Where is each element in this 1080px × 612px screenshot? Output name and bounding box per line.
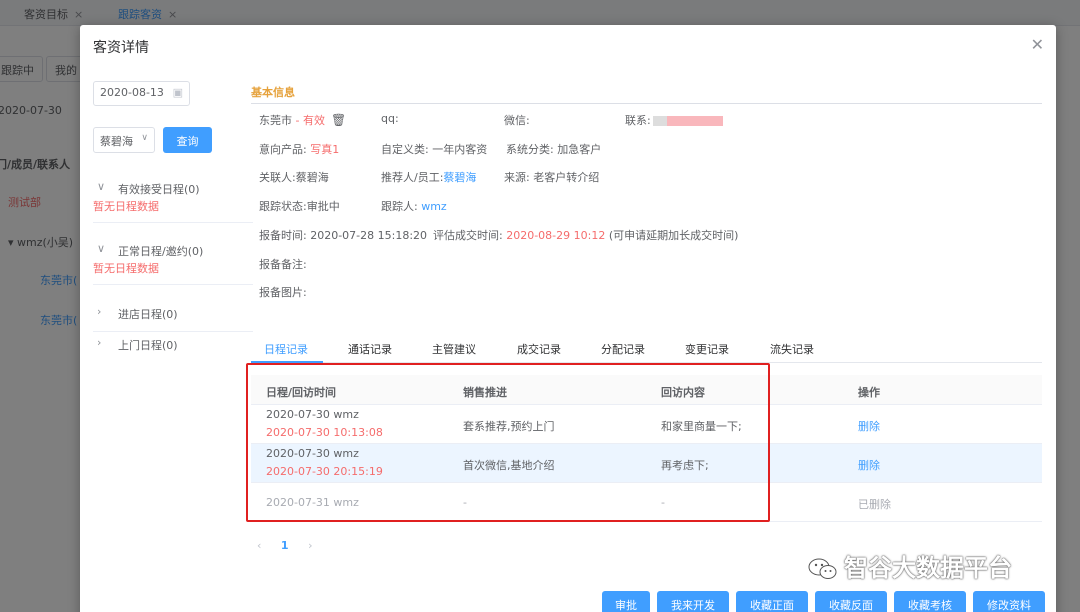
schedule-toggle[interactable]: › 进店日程(0) <box>93 303 253 323</box>
city: 东莞市 <box>259 114 292 127</box>
section-title: 基本信息 <box>251 86 295 99</box>
chevron-down-icon: ∨ <box>97 242 106 255</box>
date-value: 2020-08-13 <box>100 86 164 99</box>
select-value: 蔡碧海 <box>100 135 133 148</box>
chevron-down-icon: ∨ <box>97 180 106 193</box>
schedule-label: 有效接受日程(0) <box>118 183 200 196</box>
tab-changes[interactable]: 变更记录 <box>685 341 729 357</box>
collect-back-button[interactable]: 收藏反面 <box>815 591 887 612</box>
eval-value: 2020-08-29 10:12 <box>506 229 606 242</box>
edit-info-button[interactable]: 修改资料 <box>973 591 1045 612</box>
wechat-icon <box>808 558 837 579</box>
approve-button[interactable]: 审批 <box>602 591 650 612</box>
trash-icon[interactable]: 🗑 <box>331 113 346 127</box>
schedule-label: 上门日程(0) <box>118 339 178 352</box>
tab-calls[interactable]: 通话记录 <box>348 341 392 357</box>
deleted-label: 已删除 <box>858 498 891 511</box>
related-person: 关联人:蔡碧海 <box>259 171 329 184</box>
intent-value: 写真1 <box>310 143 340 156</box>
dialog-title: 客资详情 <box>93 40 149 56</box>
referrer-link[interactable]: 蔡碧海 <box>443 171 476 184</box>
tracker-link[interactable]: wmz <box>421 200 447 213</box>
intent-label: 意向产品: <box>259 143 311 156</box>
eval-label: 评估成交时间: <box>433 229 507 242</box>
contact-field: 联系: <box>625 112 723 128</box>
record-tabs: 日程记录 通话记录 主管建议 成交记录 分配记录 变更记录 流失记录 <box>251 335 1042 363</box>
schedule-toggle[interactable]: ∨ 有效接受日程(0) <box>93 178 253 198</box>
delete-link[interactable]: 删除 <box>858 418 880 434</box>
collect-front-button[interactable]: 收藏正面 <box>736 591 808 612</box>
system-category: 系统分类: 加急客户 <box>506 143 602 156</box>
empty-text: 暂无日程数据 <box>93 262 159 275</box>
section-divider <box>251 103 1042 104</box>
schedule-toggle[interactable]: › 上门日程(0) <box>93 334 253 354</box>
schedule-group-effective: ∨ 有效接受日程(0) 暂无日程数据 <box>93 178 253 223</box>
schedule-label: 进店日程(0) <box>118 308 178 321</box>
query-button[interactable]: 查询 <box>163 127 212 153</box>
separator: - <box>292 114 303 127</box>
schedule-group-normal: ∨ 正常日程/邀约(0) 暂无日程数据 <box>93 240 253 285</box>
tab-schedule[interactable]: 日程记录 <box>264 341 308 357</box>
referrer-label: 推荐人/员工: <box>381 171 444 184</box>
qq-field: qq: <box>381 112 399 125</box>
calendar-icon: ▣ <box>172 86 183 99</box>
delete-link[interactable]: 删除 <box>858 457 880 473</box>
wechat-field: 微信: <box>504 114 530 127</box>
page-number[interactable]: 1 <box>281 539 289 552</box>
tracker: 跟踪人: wmz <box>381 198 447 214</box>
report-time: 报备时间: 2020-07-28 15:18:20 <box>259 229 428 242</box>
tab-deals[interactable]: 成交记录 <box>517 341 561 357</box>
tab-assignments[interactable]: 分配记录 <box>601 341 645 357</box>
track-status: 跟踪状态:审批中 <box>259 200 340 213</box>
tracker-label: 跟踪人: <box>381 200 422 213</box>
chevron-right-icon: › <box>97 305 102 318</box>
city-status: 东莞市 - 有效 🗑 <box>259 112 346 128</box>
report-image: 报备图片: <box>259 286 307 299</box>
report-remark: 报备备注: <box>259 258 307 271</box>
schedule-label: 正常日程/邀约(0) <box>118 245 204 258</box>
customer-detail-dialog: 客资详情 ✕ 2020-08-13 ▣ 蔡碧海 ∨ 查询 ∨ 有效接受日程(0) … <box>80 25 1056 612</box>
prev-page-icon[interactable]: ‹ <box>257 539 261 552</box>
chevron-right-icon: › <box>97 336 102 349</box>
schedule-toggle[interactable]: ∨ 正常日程/邀约(0) <box>93 240 253 260</box>
watermark-text: 智谷大数据平台 <box>844 554 1012 582</box>
status-value: 有效 <box>302 114 325 127</box>
tab-manager-advice[interactable]: 主管建议 <box>432 341 476 357</box>
staff-select[interactable]: 蔡碧海 ∨ <box>93 127 155 153</box>
next-page-icon[interactable]: › <box>308 539 312 552</box>
chevron-down-icon: ∨ <box>141 133 148 143</box>
source: 来源: 老客户转介绍 <box>504 171 600 184</box>
referrer: 推荐人/员工:蔡碧海 <box>381 169 476 185</box>
annotation-highlight-box <box>246 363 770 522</box>
collect-assess-button[interactable]: 收藏考核 <box>894 591 966 612</box>
close-icon[interactable]: ✕ <box>1031 35 1044 54</box>
date-picker[interactable]: 2020-08-13 ▣ <box>93 81 190 106</box>
eval-note: (可申请延期加长成交时间) <box>605 229 739 242</box>
tab-churn[interactable]: 流失记录 <box>770 341 814 357</box>
redacted-contact <box>652 116 723 126</box>
custom-category: 自定义类: 一年内客资 <box>381 143 488 156</box>
empty-text: 暂无日程数据 <box>93 200 159 213</box>
develop-button[interactable]: 我来开发 <box>657 591 729 612</box>
column-header: 操作 <box>858 386 880 399</box>
pagination: ‹ 1 › <box>257 539 328 552</box>
intent-product: 意向产品: 写真1 <box>259 141 339 157</box>
eval-deal-time: 评估成交时间: 2020-08-29 10:12 (可申请延期加长成交时间) <box>433 227 738 243</box>
schedule-group-store: › 进店日程(0) <box>93 303 253 332</box>
contact-label: 联系: <box>625 114 651 127</box>
schedule-group-visit: › 上门日程(0) <box>93 334 253 362</box>
watermark: 智谷大数据平台 <box>808 548 1012 583</box>
